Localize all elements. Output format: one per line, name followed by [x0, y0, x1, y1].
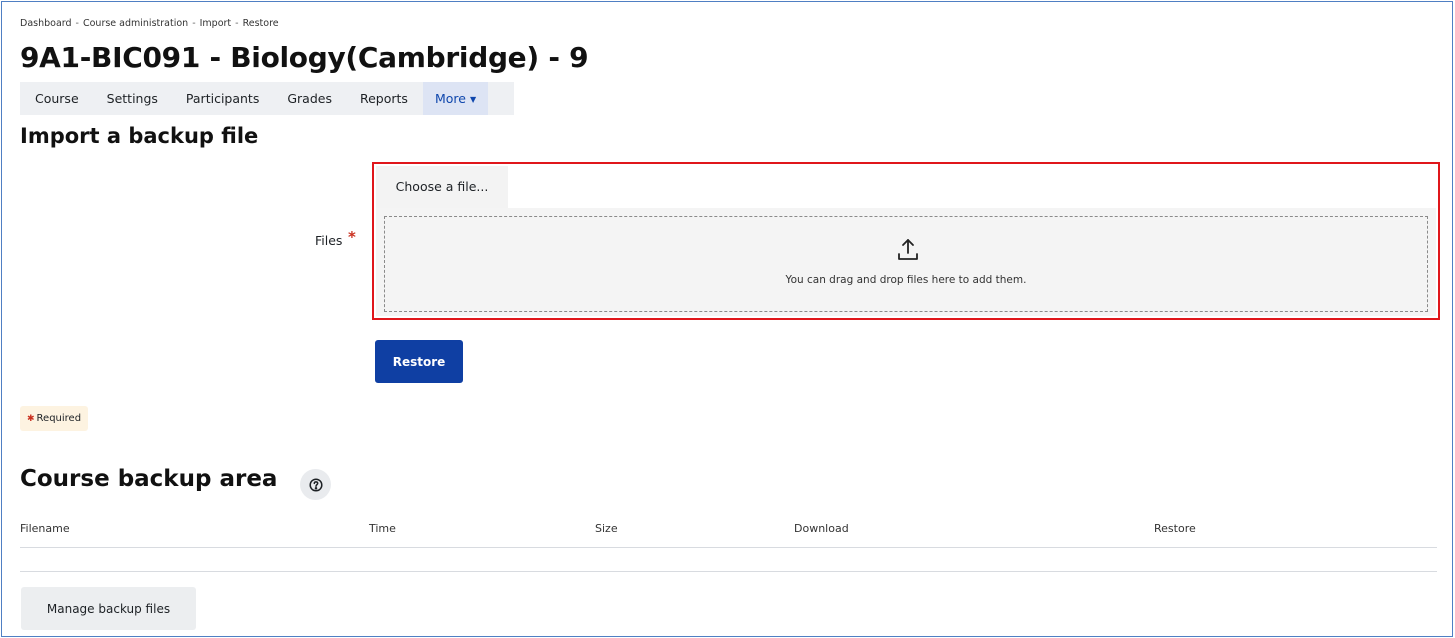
dropzone-instructions: You can drag and drop files here to add … [785, 274, 1027, 286]
backup-table-header: Filename Time Size Download Restore [20, 512, 1437, 548]
breadcrumb-separator: - [75, 18, 79, 29]
breadcrumb-course-administration[interactable]: Course administration [83, 18, 188, 29]
file-dropzone[interactable]: You can drag and drop files here to add … [384, 216, 1428, 312]
column-size: Size [595, 522, 618, 535]
secondary-navigation: Course Settings Participants Grades Repo… [20, 82, 514, 115]
upload-icon [898, 239, 918, 260]
restore-button[interactable]: Restore [375, 340, 463, 383]
manage-backup-files-button[interactable]: Manage backup files [21, 587, 196, 630]
tab-settings[interactable]: Settings [92, 82, 171, 115]
column-time: Time [369, 522, 396, 535]
breadcrumb: Dashboard - Course administration - Impo… [20, 18, 279, 29]
breadcrumb-import[interactable]: Import [200, 18, 232, 29]
column-restore: Restore [1154, 522, 1196, 535]
tab-grades[interactable]: Grades [272, 82, 345, 115]
choose-file-button[interactable]: Choose a file... [376, 166, 508, 208]
column-download: Download [794, 522, 849, 535]
page-title: 9A1-BIC091 - Biology(Cambridge) - 9 [20, 41, 589, 74]
column-filename: Filename [20, 522, 70, 535]
tab-course[interactable]: Course [20, 82, 92, 115]
table-divider [20, 571, 1437, 572]
breadcrumb-dashboard[interactable]: Dashboard [20, 18, 72, 29]
breadcrumb-separator: - [192, 18, 196, 29]
tab-more[interactable]: More ▼ [422, 82, 489, 115]
file-picker: Choose a file... You can drag and drop f… [372, 162, 1440, 320]
required-asterisk-icon: ✱ [27, 414, 35, 424]
question-mark-icon [308, 477, 323, 492]
tab-participants[interactable]: Participants [171, 82, 272, 115]
required-note-text: Required [36, 413, 82, 424]
breadcrumb-separator: - [235, 18, 239, 29]
course-backup-area-heading: Course backup area [20, 466, 278, 492]
import-backup-heading: Import a backup file [20, 124, 259, 148]
files-label: Files [315, 233, 343, 248]
required-asterisk-icon: * [348, 228, 356, 246]
breadcrumb-restore: Restore [242, 18, 279, 29]
chevron-down-icon: ▼ [469, 95, 477, 104]
required-note: ✱ Required [20, 406, 89, 431]
tab-reports[interactable]: Reports [345, 82, 421, 115]
help-circle-icon[interactable] [300, 469, 331, 500]
page-frame: Dashboard - Course administration - Impo… [1, 1, 1453, 637]
tab-more-label: More [434, 91, 466, 106]
